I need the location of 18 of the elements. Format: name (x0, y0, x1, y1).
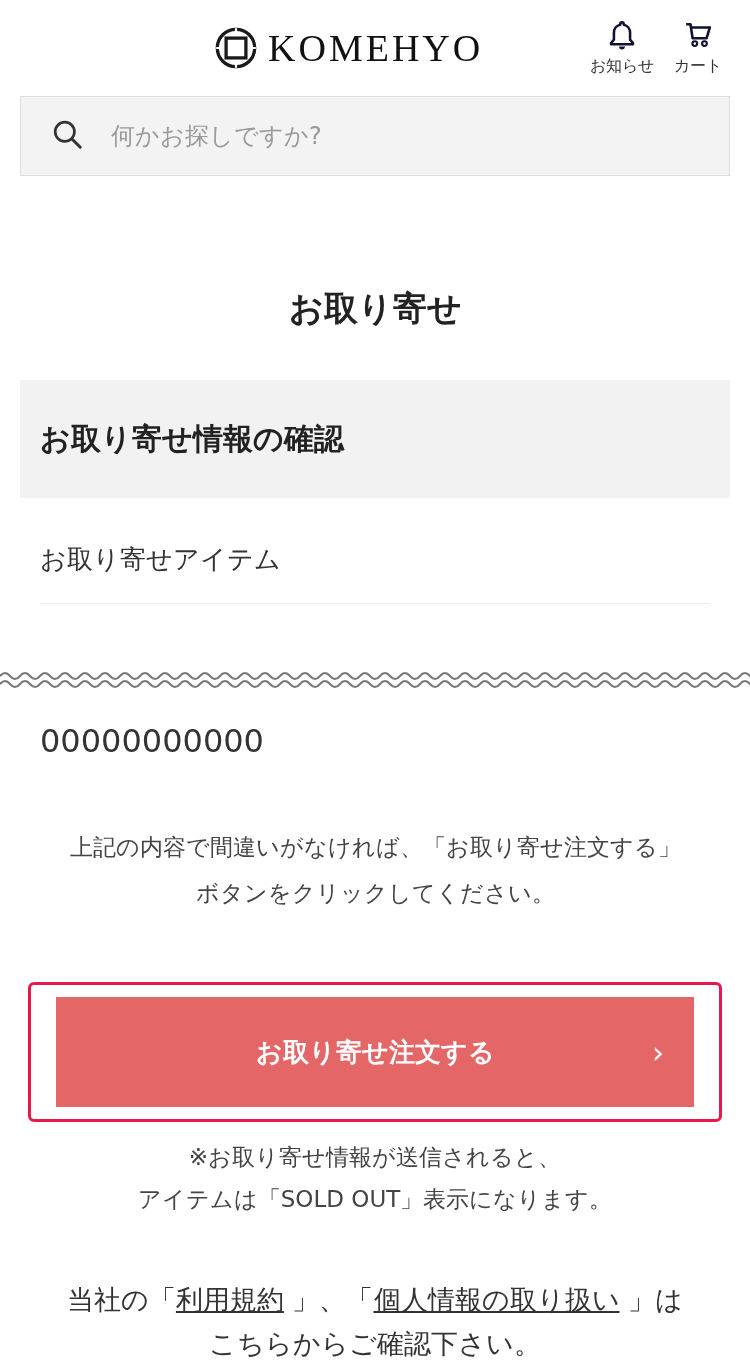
instruction-text: 上記の内容で間違いがなければ、「お取り寄せ注文する」ボタンをクリックしてください。 (68, 833, 682, 908)
order-number: 00000000000 (40, 722, 265, 760)
notice-text: アイテムは「SOLD OUT」表示になります。 (136, 1185, 614, 1214)
header-action[interactable]: お知らせ (590, 19, 654, 77)
item-label: お取り寄せアイテム (40, 543, 282, 576)
search-field[interactable]: 何かお探しですか? (20, 96, 730, 176)
section-heading: お取り寄せ情報の確認 (40, 419, 344, 458)
notice-text: ※お取り寄せ情報が送信されると、 (187, 1143, 563, 1172)
terms-link[interactable]: 利用規約 (175, 1284, 284, 1315)
logo-text: KOMEHYO (268, 26, 484, 70)
logo-icon (214, 26, 258, 70)
chevron-icon: › (652, 1034, 664, 1070)
bell-icon (608, 19, 636, 50)
header-action[interactable]: カート (674, 19, 722, 77)
terms-text: こちらからご確認下さい。 (208, 1327, 542, 1361)
privacy-link[interactable]: 個人情報の取り扱い (373, 1284, 620, 1315)
terms-text: 当社の「利用規約 」、「個人情報の取り扱い 」は (65, 1283, 685, 1317)
page-title: お取り寄せ (287, 287, 463, 330)
